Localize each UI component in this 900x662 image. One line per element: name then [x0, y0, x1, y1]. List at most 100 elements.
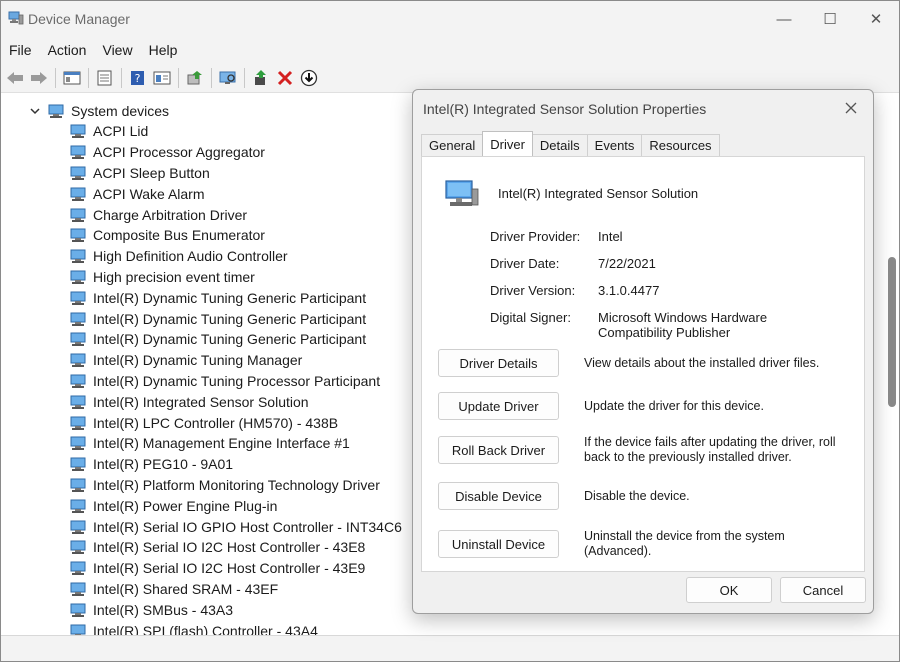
menu-view[interactable]: View — [94, 42, 140, 58]
tree-device-label: Intel(R) LPC Controller (HM570) - 438B — [93, 414, 339, 431]
tree-device-item[interactable]: Intel(R) Integrated Sensor Solution — [69, 391, 402, 412]
tab-events[interactable]: Events — [586, 134, 643, 156]
tree-device-item[interactable]: ACPI Wake Alarm — [69, 183, 402, 204]
tree-device-item[interactable]: Intel(R) Dynamic Tuning Generic Particip… — [69, 287, 402, 308]
uninstall-device-button[interactable] — [274, 67, 296, 89]
action-description: Disable the device. — [584, 488, 690, 503]
tree-device-item[interactable]: Intel(R) Dynamic Tuning Processor Partic… — [69, 371, 402, 392]
property-key: Driver Version: — [490, 283, 576, 298]
scan-hardware-button[interactable] — [217, 67, 239, 89]
tree-device-item[interactable]: Intel(R) Dynamic Tuning Generic Particip… — [69, 308, 402, 329]
forward-button[interactable] — [28, 67, 50, 89]
tree-device-item[interactable]: Intel(R) SMBus - 43A3 — [69, 599, 402, 620]
tree-device-item[interactable]: Intel(R) Dynamic Tuning Manager — [69, 350, 402, 371]
property-value: Intel — [598, 229, 623, 244]
action-row: Driver Details View details about the in… — [438, 349, 858, 377]
window-controls: — ☐ ✕ — [761, 1, 899, 37]
dialog-close-button[interactable] — [839, 96, 863, 120]
scrollbar-thumb[interactable] — [888, 257, 896, 407]
tree-device-item[interactable]: Intel(R) Management Engine Interface #1 — [69, 433, 402, 454]
tree-device-item[interactable]: Intel(R) Power Engine Plug-in — [69, 495, 402, 516]
system-device-icon — [70, 249, 86, 264]
action-row: Uninstall Device Uninstall the device fr… — [438, 529, 858, 559]
cancel-button[interactable]: Cancel — [780, 577, 866, 603]
disable-device-button[interactable]: Disable Device — [438, 482, 559, 510]
update-driver-icon — [187, 70, 202, 84]
tree-device-item[interactable]: Intel(R) Serial IO I2C Host Controller -… — [69, 537, 402, 558]
tree-device-item[interactable]: High Definition Audio Controller — [69, 246, 402, 267]
tree-device-item[interactable]: ACPI Sleep Button — [69, 163, 402, 184]
tree-device-item[interactable]: Intel(R) Serial IO GPIO Host Controller … — [69, 516, 402, 537]
tab-general[interactable]: General — [421, 134, 484, 156]
back-button[interactable] — [4, 67, 26, 89]
property-key: Driver Provider: — [490, 229, 581, 244]
tab-driver[interactable]: Driver — [482, 131, 533, 156]
toolbar-separator — [55, 67, 56, 88]
tree-device-item[interactable]: Intel(R) Shared SRAM - 43EF — [69, 579, 402, 600]
driver-details-button[interactable]: Driver Details — [438, 349, 559, 377]
action-row: Disable Device Disable the device. — [438, 482, 858, 510]
forward-icon — [31, 71, 47, 84]
update-driver-button[interactable]: Update Driver — [438, 392, 559, 420]
chevron-down-icon[interactable] — [29, 105, 41, 117]
system-device-icon — [70, 312, 86, 326]
system-device-icon — [70, 291, 86, 305]
system-device-icon — [70, 603, 86, 617]
property-row: Driver Version: 3.1.0.4477 — [490, 283, 843, 298]
tree-device-item[interactable]: Intel(R) Dynamic Tuning Generic Particip… — [69, 329, 402, 350]
update-driver-button[interactable] — [184, 67, 206, 89]
property-row: Driver Provider: Intel — [490, 229, 843, 244]
toolbar-separator — [88, 67, 89, 88]
tree-device-item[interactable]: Charge Arbitration Driver — [69, 204, 402, 225]
show-hide-tree-button[interactable] — [61, 67, 83, 89]
tree-device-label: ACPI Sleep Button — [93, 164, 210, 181]
tree-device-label: Intel(R) Dynamic Tuning Generic Particip… — [93, 310, 367, 327]
properties-button[interactable] — [94, 67, 116, 89]
system-device-icon — [70, 561, 86, 576]
roll-back-driver-button[interactable]: Roll Back Driver — [438, 436, 559, 464]
property-row: Digital Signer: Microsoft Windows Hardwa… — [490, 310, 843, 340]
title-bar: Device Manager — ☐ ✕ — [1, 1, 899, 37]
enable-device-icon — [255, 69, 266, 85]
system-device-icon — [70, 187, 86, 201]
device-name: Intel(R) Integrated Sensor Solution — [498, 185, 699, 201]
menu-file[interactable]: File — [1, 42, 40, 58]
tree-device-item[interactable]: ACPI Processor Aggregator — [69, 142, 402, 163]
tab-details[interactable]: Details — [531, 134, 588, 156]
tab-resources[interactable]: Resources — [641, 134, 720, 156]
tree-device-label: Intel(R) Dynamic Tuning Generic Particip… — [93, 331, 367, 348]
tree-device-item[interactable]: Composite Bus Enumerator — [69, 225, 402, 246]
tree-device-item[interactable]: Intel(R) PEG10 - 9A01 — [69, 454, 402, 475]
enable-device-button[interactable] — [250, 67, 272, 89]
tree-device-item[interactable]: High precision event timer — [69, 267, 402, 288]
action-description: Uninstall the device from the system (Ad… — [584, 529, 785, 558]
dialog-tabs: General Driver Details Events Resources — [421, 131, 720, 156]
svg-text:?: ? — [135, 72, 141, 85]
tree-device-item[interactable]: Intel(R) Platform Monitoring Technology … — [69, 475, 402, 496]
view-button[interactable] — [151, 67, 173, 89]
help-button[interactable]: ? — [127, 67, 149, 89]
tree-category-label: System devices — [71, 103, 170, 119]
property-row: Driver Date: 7/22/2021 — [490, 256, 843, 271]
view-icon — [153, 71, 171, 84]
tree-device-label: Intel(R) Serial IO I2C Host Controller -… — [93, 539, 366, 556]
tree-device-label: Intel(R) Dynamic Tuning Manager — [93, 352, 303, 369]
tree-device-item[interactable]: Intel(R) Serial IO I2C Host Controller -… — [69, 558, 402, 579]
action-description: Update the driver for this device. — [584, 398, 764, 413]
properties-icon — [97, 70, 112, 85]
menu-help[interactable]: Help — [141, 42, 186, 58]
window-title: Device Manager — [28, 11, 130, 27]
device-icon — [445, 180, 479, 206]
tree-device-label: Intel(R) Serial IO GPIO Host Controller … — [93, 518, 402, 535]
ok-button[interactable]: OK — [686, 577, 772, 603]
menu-action[interactable]: Action — [40, 42, 95, 58]
tree-device-item[interactable]: ACPI Lid — [69, 121, 402, 142]
vertical-scrollbar[interactable] — [885, 97, 897, 637]
maximize-button[interactable]: ☐ — [807, 1, 853, 37]
download-button[interactable] — [298, 67, 320, 89]
uninstall-device-button[interactable]: Uninstall Device — [438, 530, 559, 558]
close-button[interactable]: ✕ — [853, 1, 899, 37]
tree-device-item[interactable]: Intel(R) LPC Controller (HM570) - 438B — [69, 412, 402, 433]
tree-category-system-devices[interactable]: System devices — [29, 101, 169, 121]
minimize-button[interactable]: — — [761, 1, 807, 37]
